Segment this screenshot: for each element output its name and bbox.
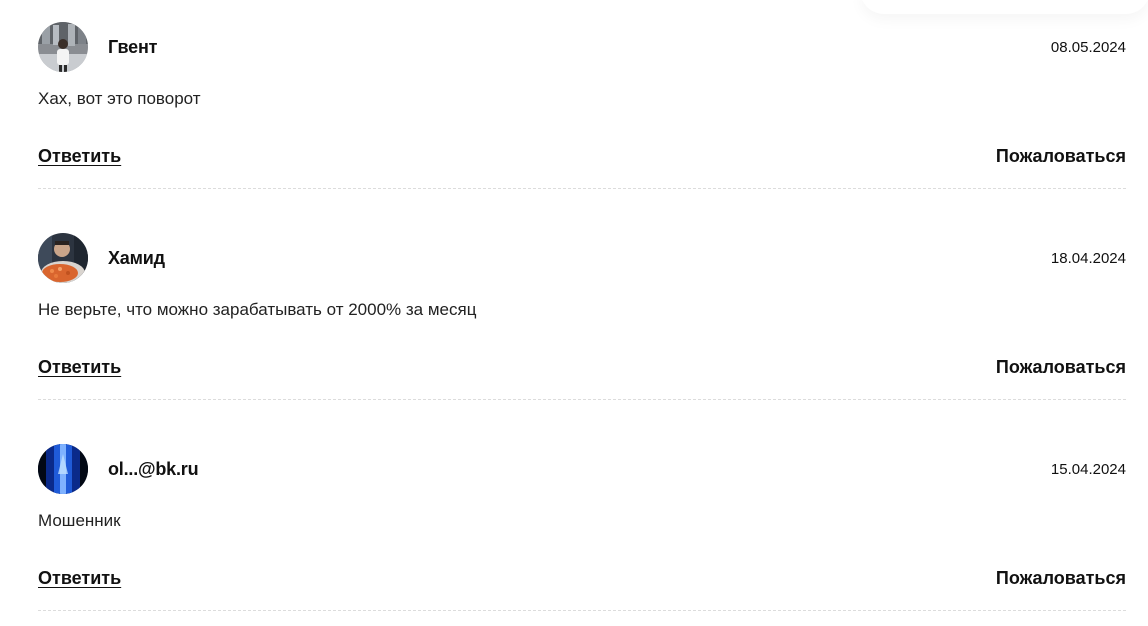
comment-divider — [38, 610, 1126, 611]
comment-text: Хах, вот это поворот — [38, 89, 201, 108]
avatar-photo-icon — [38, 22, 88, 72]
comment-author: Хамид — [108, 248, 165, 268]
comment-text: Мошенник — [38, 511, 121, 530]
comment-date: 08.05.2024 — [1050, 39, 1126, 56]
comment-date: 18.04.2024 — [1050, 250, 1126, 267]
reply-link[interactable]: Ответить — [38, 146, 121, 167]
comment-item: Хамид 18.04.2024 Не верьте, что можно за… — [38, 211, 1126, 422]
comment-text: Не верьте, что можно зарабатывать от 200… — [38, 300, 477, 319]
comment-divider — [38, 399, 1126, 400]
avatar-photo-icon — [38, 444, 88, 494]
comments-page: Гвент 08.05.2024 Хах, вот это поворот От… — [0, 0, 1148, 626]
comment-author: ol...@bk.ru — [108, 459, 199, 479]
comment-date: 15.04.2024 — [1050, 461, 1126, 478]
comment-item: ol...@bk.ru 15.04.2024 Мошенник Ответить… — [38, 422, 1126, 626]
complain-button[interactable]: Пожаловаться — [996, 146, 1126, 167]
user-avatar[interactable] — [38, 233, 88, 283]
reply-link[interactable]: Ответить — [38, 357, 121, 378]
complain-button[interactable]: Пожаловаться — [996, 568, 1126, 589]
comment-divider — [38, 188, 1126, 189]
reply-link[interactable]: Ответить — [38, 568, 121, 589]
avatar-photo-icon — [38, 233, 88, 283]
comments-list: Гвент 08.05.2024 Хах, вот это поворот От… — [38, 0, 1126, 626]
user-avatar[interactable] — [38, 22, 88, 72]
comment-item: Гвент 08.05.2024 Хах, вот это поворот От… — [38, 0, 1126, 211]
user-avatar[interactable] — [38, 444, 88, 494]
comment-author: Гвент — [108, 37, 158, 57]
complain-button[interactable]: Пожаловаться — [996, 357, 1126, 378]
